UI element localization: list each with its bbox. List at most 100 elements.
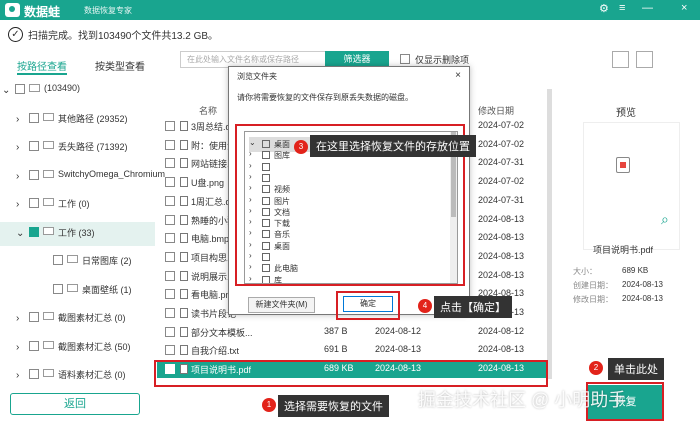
file-name: 自我介绍.txt: [191, 346, 240, 357]
file-checkbox[interactable]: [165, 233, 175, 244]
close-icon[interactable]: ×: [681, 2, 687, 14]
file-checkbox[interactable]: [165, 158, 175, 169]
file-modified: 2024-07-02: [478, 176, 525, 187]
sidebar-item[interactable]: 桌面壁纸 (1): [0, 279, 155, 303]
annotation-badge-3: 3: [294, 140, 308, 154]
folder-icon: [43, 340, 54, 349]
file-icon: [180, 326, 188, 337]
file-checkbox[interactable]: [165, 289, 175, 300]
file-icon: [180, 289, 188, 300]
file-modified: 2024-07-02: [478, 120, 525, 130]
file-checkbox[interactable]: [165, 251, 175, 262]
preview-size-label: 大小：: [573, 267, 597, 276]
folder-icon: [43, 312, 54, 320]
file-modified: 2024-08-13: [478, 213, 525, 224]
list-view-button[interactable]: [636, 51, 653, 68]
app-logo-icon: [5, 3, 20, 17]
file-checkbox[interactable]: [165, 195, 175, 206]
sidebar-checkbox[interactable]: [29, 312, 39, 322]
file-checkbox[interactable]: [165, 121, 175, 131]
chevron-icon[interactable]: ⌄: [2, 85, 10, 96]
tab-by-type[interactable]: 按类型查看: [95, 58, 145, 73]
folder-icon: [43, 169, 54, 178]
selected-file-highlight: [154, 360, 548, 387]
sidebar-item[interactable]: › 语料素材汇总 (0): [0, 364, 155, 388]
sidebar-checkbox[interactable]: [29, 198, 39, 208]
sidebar-checkbox[interactable]: [29, 141, 39, 151]
settings-icon[interactable]: ⚙: [599, 2, 609, 15]
only-deleted-label: 仅显示删除项: [415, 55, 470, 65]
app-brand: 数据蛙: [24, 5, 61, 19]
back-button[interactable]: 返回: [10, 393, 140, 415]
sidebar-checkbox[interactable]: [29, 169, 39, 180]
grid-view-button[interactable]: [612, 51, 629, 68]
sidebar-checkbox[interactable]: [53, 255, 63, 265]
zoom-icon[interactable]: ⌕: [661, 211, 669, 228]
minimize-icon[interactable]: —: [642, 2, 653, 14]
file-date: 2024-08-13: [375, 344, 422, 355]
folder-icon: [43, 112, 54, 121]
chevron-icon[interactable]: ›: [16, 199, 19, 210]
sidebar-item[interactable]: › 截图素材汇总 (0): [0, 307, 155, 331]
file-checkbox[interactable]: [165, 326, 175, 337]
chevron-icon[interactable]: ›: [16, 142, 19, 153]
folder-icon: [43, 198, 54, 206]
new-folder-button[interactable]: 新建文件夹(M): [248, 297, 315, 313]
chevron-icon[interactable]: ›: [16, 171, 19, 182]
annotation-location: 在这里选择恢复文件的存放位置: [310, 135, 476, 157]
file-row[interactable]: 部分文本模板... 387 B 2024-08-12 2024-08-12: [157, 323, 547, 341]
annotation-select-file: 选择需要恢复的文件: [278, 395, 389, 417]
chevron-icon[interactable]: ›: [16, 342, 19, 353]
file-checkbox[interactable]: [165, 270, 175, 281]
sidebar-checkbox[interactable]: [29, 340, 39, 351]
sidebar-item-label: 截图素材汇总 (50): [58, 341, 131, 352]
file-icon: [180, 270, 188, 281]
file-checkbox[interactable]: [165, 308, 175, 318]
chevron-icon[interactable]: ⌄: [16, 228, 24, 239]
file-checkbox[interactable]: [165, 214, 175, 225]
file-row[interactable]: 自我介绍.txt 691 B 2024-08-13 2024-08-13: [157, 341, 547, 359]
chevron-icon[interactable]: ›: [16, 370, 19, 381]
preview-size: 689 KB: [622, 266, 649, 275]
file-modified: 2024-07-02: [478, 138, 525, 149]
chevron-icon[interactable]: ›: [16, 313, 19, 324]
folder-icon: [29, 84, 40, 92]
sidebar-item-label: 工作 (0): [58, 199, 90, 209]
sidebar-checkbox[interactable]: [53, 283, 63, 294]
file-modified: 2024-08-12: [478, 325, 525, 336]
sidebar-item[interactable]: ⌄ 工作 (33): [0, 221, 155, 246]
file-checkbox[interactable]: [165, 345, 175, 356]
sidebar-item[interactable]: › 丢失路径 (71392): [0, 136, 155, 160]
folder-icon: [67, 283, 78, 292]
menu-icon[interactable]: ≡: [619, 2, 625, 14]
sidebar-checkbox[interactable]: [29, 226, 39, 237]
sidebar-item[interactable]: › 截图素材汇总 (50): [0, 336, 155, 360]
tab-by-path[interactable]: 按路径查看: [17, 58, 67, 75]
sidebar-item[interactable]: › SwitchyOmega_Chromium: [0, 165, 165, 189]
only-deleted-checkbox[interactable]: [400, 54, 410, 64]
dialog-close-icon[interactable]: ×: [455, 70, 461, 81]
sidebar-item-label: 其他路径 (29352): [58, 113, 128, 124]
file-checkbox[interactable]: [165, 139, 175, 150]
sidebar-checkbox[interactable]: [29, 112, 39, 123]
sidebar-item-label: (103490): [44, 83, 81, 93]
sidebar-item[interactable]: ⌄ (103490): [0, 79, 155, 103]
file-modified: 2024-08-13: [478, 250, 525, 261]
sidebar-item[interactable]: › 其他路径 (29352): [0, 108, 155, 132]
annotation-ok: 点击【确定】: [434, 296, 512, 318]
file-list-scrollbar[interactable]: [547, 89, 552, 379]
folder-icon: [43, 141, 54, 149]
title-bar: 数据蛙 数据恢复专家 ⚙ ≡ — ×: [0, 0, 700, 20]
sidebar-checkbox[interactable]: [15, 84, 25, 94]
sidebar-item[interactable]: › 工作 (0): [0, 193, 155, 217]
sidebar-item[interactable]: 日常图库 (2): [0, 250, 155, 274]
chevron-icon[interactable]: ›: [16, 114, 19, 125]
annotation-badge-2: 2: [589, 361, 603, 375]
annotation-click: 单击此处: [608, 358, 664, 380]
file-modified: 2024-08-13: [478, 269, 525, 280]
sidebar-checkbox[interactable]: [29, 369, 39, 379]
file-checkbox[interactable]: [165, 177, 175, 188]
file-icon: [180, 233, 188, 244]
file-name: 部分文本模板...: [191, 327, 253, 338]
file-icon: [180, 308, 188, 318]
